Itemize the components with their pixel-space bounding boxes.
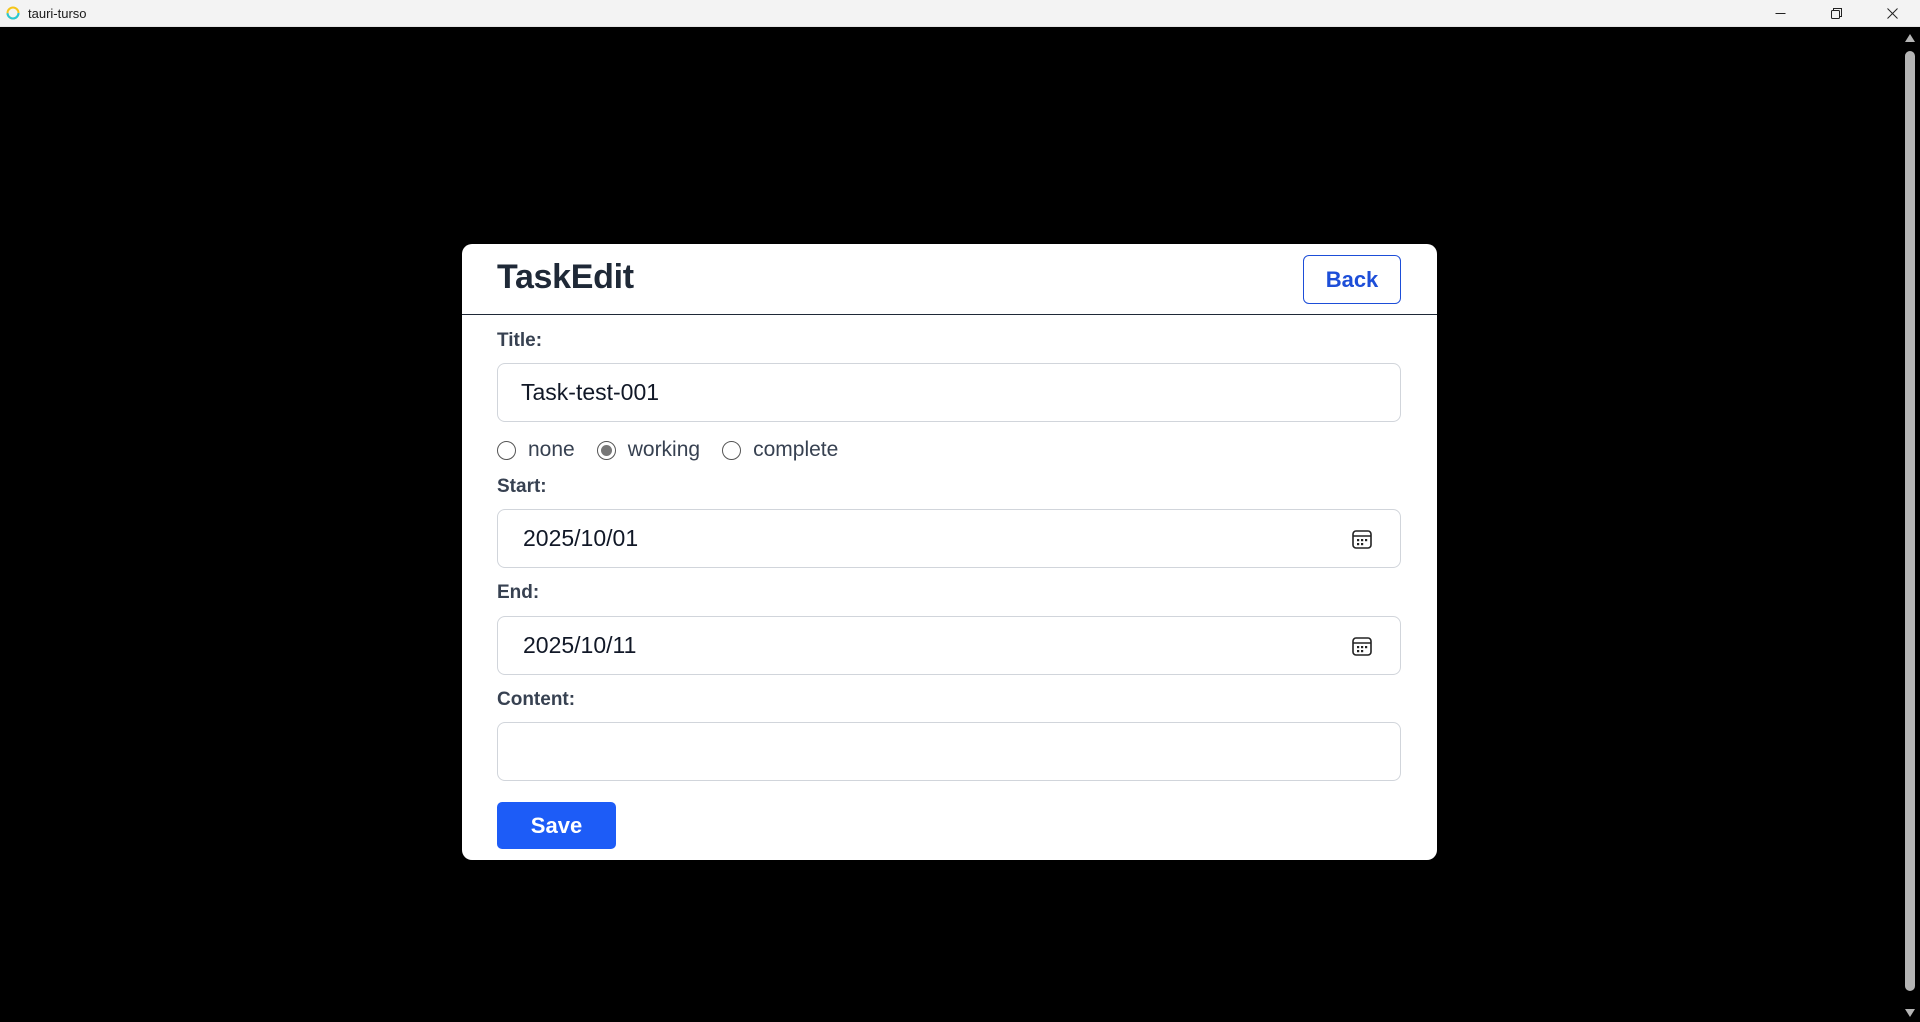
status-label-complete: complete xyxy=(753,438,839,461)
status-radio-none[interactable]: none xyxy=(497,438,575,462)
scroll-up-arrow-icon[interactable] xyxy=(1904,32,1916,44)
start-date-value: 2025/10/01 xyxy=(523,525,639,551)
radio-selected-dot xyxy=(600,444,612,456)
vertical-scrollbar[interactable] xyxy=(1900,27,1920,1022)
app-viewport: TaskEdit Back Title: Task-test-001 none … xyxy=(0,27,1900,1022)
save-button[interactable]: Save xyxy=(497,802,616,849)
status-radio-working[interactable]: working xyxy=(596,438,701,462)
title-label: Title: xyxy=(497,330,543,351)
radio-circle-working[interactable] xyxy=(596,440,616,460)
content-label: Content: xyxy=(497,689,576,710)
minimize-icon[interactable] xyxy=(1752,0,1808,27)
end-date-value: 2025/10/11 xyxy=(523,632,637,658)
page-title: TaskEdit xyxy=(497,258,634,296)
back-button[interactable]: Back xyxy=(1303,255,1401,304)
card-header: TaskEdit Back xyxy=(462,244,1437,315)
scroll-down-arrow-icon[interactable] xyxy=(1904,1007,1916,1019)
task-edit-card: TaskEdit Back Title: Task-test-001 none … xyxy=(462,244,1437,860)
radio-circle-complete[interactable] xyxy=(722,440,742,460)
end-label: End: xyxy=(497,582,540,603)
calendar-icon[interactable] xyxy=(1351,635,1373,657)
scrollbar-thumb[interactable] xyxy=(1905,51,1915,991)
calendar-icon[interactable] xyxy=(1351,528,1373,550)
start-label: Start: xyxy=(497,476,547,497)
close-icon[interactable] xyxy=(1864,0,1920,27)
window-title: tauri-turso xyxy=(28,5,87,21)
radio-circle-none[interactable] xyxy=(497,440,516,460)
window-controls xyxy=(1752,0,1920,27)
status-label-none: none xyxy=(528,438,575,461)
restore-icon[interactable] xyxy=(1808,0,1864,27)
end-date-input[interactable]: 2025/10/11 xyxy=(497,616,1401,675)
window-titlebar: tauri-turso xyxy=(0,0,1920,27)
title-input[interactable]: Task-test-001 xyxy=(497,363,1401,422)
start-date-input[interactable]: 2025/10/01 xyxy=(497,509,1401,568)
status-radio-complete[interactable]: complete xyxy=(722,438,838,462)
title-input-value: Task-test-001 xyxy=(521,379,660,405)
app-logo-icon xyxy=(5,5,21,21)
status-label-working: working xyxy=(627,438,701,461)
content-input[interactable] xyxy=(497,722,1401,781)
status-radio-group: none working complete xyxy=(497,437,860,463)
